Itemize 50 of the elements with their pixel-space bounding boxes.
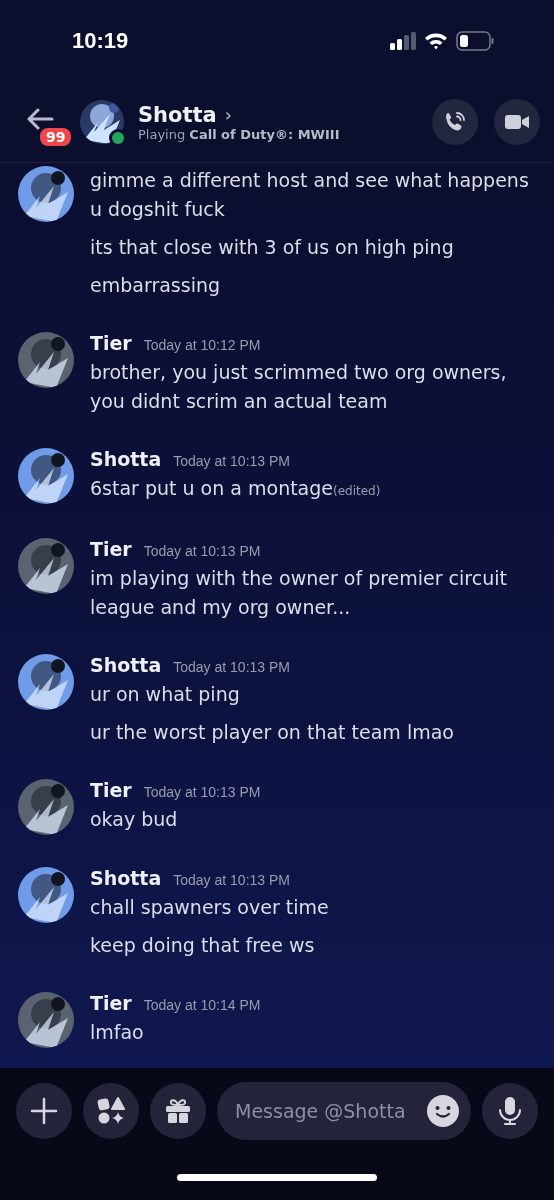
timestamp: Today at 10:13 PM [143,543,261,559]
author-name[interactable]: Tier [90,332,132,354]
timestamp: Today at 10:13 PM [173,659,290,675]
message-text: lmfao [90,1020,145,1045]
video-camera-icon [504,112,530,132]
timestamp: Today at 10:13 PM [173,872,290,888]
timestamp: Today at 10:12 PM [143,337,261,353]
author-name[interactable]: Tier [90,992,132,1014]
activity-status: Playing Call of Duty®: MWIII [138,126,341,142]
unread-badge: 99 [38,126,74,148]
author-name[interactable]: Shotta [90,867,162,889]
message-text: gimme a different host and see what happens u dogshit fuck [90,168,530,222]
wifi-icon [424,32,448,50]
message-text: embarrassing [90,273,221,298]
message-input[interactable]: Message @Shotta [217,1082,471,1140]
author-name[interactable]: Shotta [90,654,162,676]
add-button[interactable] [16,1083,72,1139]
apps-button[interactable] [83,1083,139,1139]
message-text: brother, you just scrimmed two org owners, you didnt scrim an actual team [90,360,508,414]
phone-icon [443,110,467,134]
message-text: im playing with the owner of premier circuit league and my org owner... [90,566,508,620]
shapes-icon [96,1096,126,1126]
microphone-button[interactable] [482,1083,538,1139]
status-time: 10:19 [72,28,129,54]
timestamp: Today at 10:13 PM [173,453,290,469]
author-name[interactable]: Tier [90,779,132,801]
author-name[interactable]: Tier [90,538,132,560]
edited-label: (edited) [333,484,381,498]
message-text: keep doing that free ws [90,933,316,958]
message-text: chall spawners over time [90,895,330,920]
timestamp: Today at 10:13 PM [143,784,261,800]
message-text: its that close with 3 of us on high ping [90,235,455,260]
video-call-button[interactable] [494,99,540,145]
chevron-icon: › [224,104,232,125]
plus-icon [29,1096,59,1126]
message-text: 6star put u on a montage(edited) [90,476,382,501]
message-text: okay bud [90,807,179,832]
gift-button[interactable] [150,1083,206,1139]
author-name[interactable]: Shotta [90,448,162,470]
message-text: ur on what ping [90,682,241,707]
microphone-icon [497,1096,523,1126]
battery-icon [456,31,494,51]
back-arrow-icon[interactable] [26,108,54,130]
timestamp: Today at 10:14 PM [143,997,261,1013]
signal-icon [390,32,416,50]
voice-call-button[interactable] [432,99,478,145]
contact-name[interactable]: Shotta [138,102,217,127]
message-text: ur the worst player on that team lmao [90,720,455,745]
gift-icon [163,1096,193,1126]
emoji-icon[interactable] [427,1095,459,1127]
